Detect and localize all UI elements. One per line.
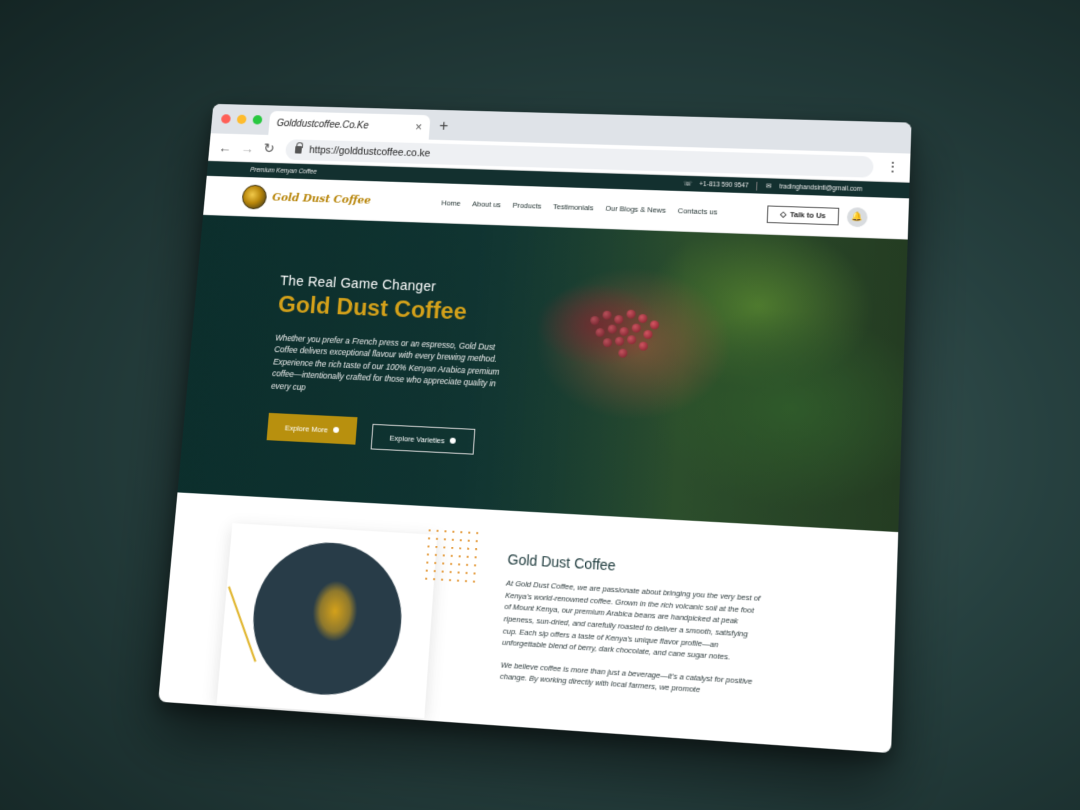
phone-icon: ☏ xyxy=(683,180,692,188)
bell-glyph: 🔔 xyxy=(851,211,864,222)
browser-window: Golddustcoffee.Co.Ke × + ← → ↻ https://g… xyxy=(158,103,912,754)
browser-tab[interactable]: Golddustcoffee.Co.Ke × xyxy=(268,110,431,140)
lock-icon xyxy=(294,145,303,154)
forward-arrow-icon[interactable]: → xyxy=(240,140,254,155)
nav-item-contacts[interactable]: Contacts us xyxy=(678,206,718,216)
nav-item-blogs[interactable]: Our Blogs & News xyxy=(605,204,666,215)
about-image-card xyxy=(216,523,438,719)
nav-item-products[interactable]: Products xyxy=(512,201,541,211)
decorative-line xyxy=(227,586,257,663)
about-text: Gold Dust Coffee At Gold Dust Coffee, we… xyxy=(500,551,763,700)
talk-to-us-button[interactable]: ◇ Talk to Us xyxy=(766,204,840,225)
explore-more-label: Explore More xyxy=(284,423,329,435)
tab-title: Golddustcoffee.Co.Ke xyxy=(276,118,370,131)
decorative-dots xyxy=(422,526,480,584)
browser-menu-icon[interactable]: ⋮ xyxy=(885,159,900,176)
phone-number[interactable]: +1-813 590 9547 xyxy=(699,181,749,189)
site-logo[interactable]: Gold Dust Coffee xyxy=(241,184,423,214)
divider xyxy=(756,181,758,191)
nav-item-about[interactable]: About us xyxy=(472,200,501,210)
dot-icon xyxy=(449,437,456,444)
minimize-window-button[interactable] xyxy=(236,114,247,125)
hero-content: The Real Game Changer Gold Dust Coffee W… xyxy=(266,273,521,457)
bell-icon[interactable]: 🔔 xyxy=(846,206,868,227)
window-controls xyxy=(220,114,263,125)
dot-icon xyxy=(332,426,339,434)
nav-item-testimonials[interactable]: Testimonials xyxy=(553,202,594,212)
explore-varieties-label: Explore Varieties xyxy=(389,433,445,445)
about-paragraph-1: At Gold Dust Coffee, we are passionate a… xyxy=(501,578,761,662)
explore-varieties-button[interactable]: Explore Varieties xyxy=(370,424,476,455)
new-tab-button[interactable]: + xyxy=(439,118,449,135)
email-address[interactable]: tradinghandsintl@gmail.com xyxy=(779,183,862,192)
close-window-button[interactable] xyxy=(220,114,231,124)
logo-text: Gold Dust Coffee xyxy=(271,191,372,207)
hero-section: The Real Game Changer Gold Dust Coffee W… xyxy=(177,214,908,533)
about-coffee-image xyxy=(247,538,407,700)
about-section: Gold Dust Coffee At Gold Dust Coffee, we… xyxy=(159,492,899,743)
tab-close-icon[interactable]: × xyxy=(415,121,423,134)
hero-description: Whether you prefer a French press or an … xyxy=(270,332,500,392)
reload-icon[interactable]: ↻ xyxy=(263,140,276,156)
mail-icon: ✉ xyxy=(765,183,772,191)
about-title: Gold Dust Coffee xyxy=(507,551,617,574)
main-menu: Home About us Products Testimonials Our … xyxy=(422,198,767,218)
maximize-window-button[interactable] xyxy=(252,115,263,125)
nav-item-home[interactable]: Home xyxy=(441,199,461,208)
about-paragraph-2: We believe coffee is more than just a be… xyxy=(499,659,753,695)
diamond-icon: ◇ xyxy=(779,209,787,219)
hero-title: Gold Dust Coffee xyxy=(277,291,468,326)
explore-more-button[interactable]: Explore More xyxy=(266,413,358,445)
url-text[interactable]: https://golddustcoffee.co.ke xyxy=(309,144,431,159)
talk-to-us-label: Talk to Us xyxy=(789,210,826,221)
back-arrow-icon[interactable]: ← xyxy=(218,140,232,155)
logo-mark xyxy=(241,184,268,210)
